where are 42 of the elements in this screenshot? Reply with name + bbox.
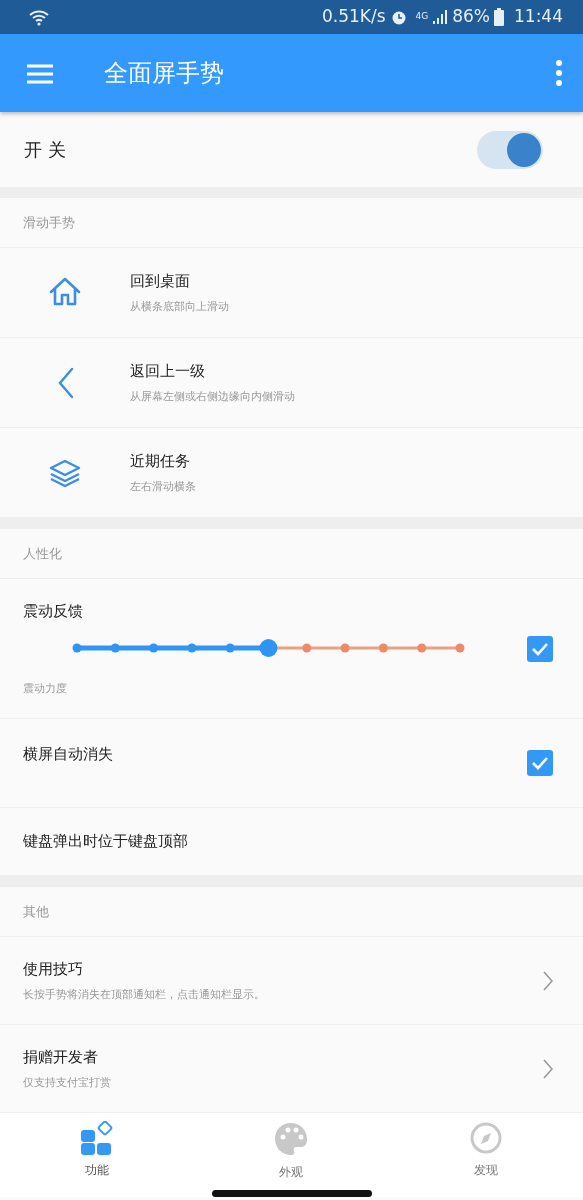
checkbox[interactable] [527, 635, 553, 662]
checkbox[interactable] [527, 750, 553, 776]
compass-icon [468, 1121, 503, 1155]
overflow-menu-button[interactable] [555, 60, 563, 86]
setting-title: 捐赠开发者 [23, 1047, 99, 1068]
setting-title: 震动反馈 [23, 601, 84, 622]
setting-title: 近期任务 [130, 451, 191, 472]
palette-icon [273, 1121, 310, 1157]
setting-description: 震动力度 [23, 680, 68, 697]
setting-title: 返回上一级 [130, 361, 206, 382]
setting-description: 左右滑动横条 [130, 478, 196, 495]
setting-description: 从横条底部向上滑动 [130, 298, 229, 315]
network-speed: 0.51K/s [321, 5, 386, 29]
signal-icon [432, 9, 449, 25]
setting-description: 仅支持支付宝打赏 [23, 1074, 112, 1091]
section-header: 人性化 [23, 544, 62, 563]
clock: 11:44 [514, 5, 563, 29]
chevron-right-icon [543, 970, 553, 991]
toggle-switch[interactable] [477, 130, 543, 169]
setting-description: 长按手势将消失在顶部通知栏，点击通知栏显示。 [23, 986, 266, 1003]
nav-tab[interactable]: 外观 [231, 1113, 352, 1181]
setting-title: 回到桌面 [130, 271, 191, 292]
grid-icon [80, 1121, 115, 1155]
section-header: 滑动手势 [23, 213, 75, 232]
app-title: 全面屏手势 [104, 58, 224, 89]
more-icon [555, 60, 563, 86]
setting-title: 键盘弹出时位于键盘顶部 [23, 831, 188, 853]
section-header: 其他 [23, 902, 49, 921]
battery-icon [494, 8, 504, 26]
chevron-right-icon [543, 1058, 553, 1079]
battery-level: 86% [452, 5, 490, 29]
network-type: 4G [415, 10, 429, 24]
switch-label: 开 关 [24, 138, 66, 162]
nav-tab[interactable]: 功能 [37, 1113, 158, 1181]
wifi-icon [28, 8, 50, 26]
menu-icon [26, 63, 54, 84]
check-icon [531, 756, 549, 770]
nav-tab[interactable]: 发现 [425, 1113, 546, 1181]
setting-title: 使用技巧 [23, 959, 84, 980]
setting-title: 横屏自动消失 [23, 744, 114, 765]
setting-description: 从屏幕左侧或右侧边缘向内侧滑动 [130, 388, 295, 405]
check-icon [531, 641, 549, 656]
